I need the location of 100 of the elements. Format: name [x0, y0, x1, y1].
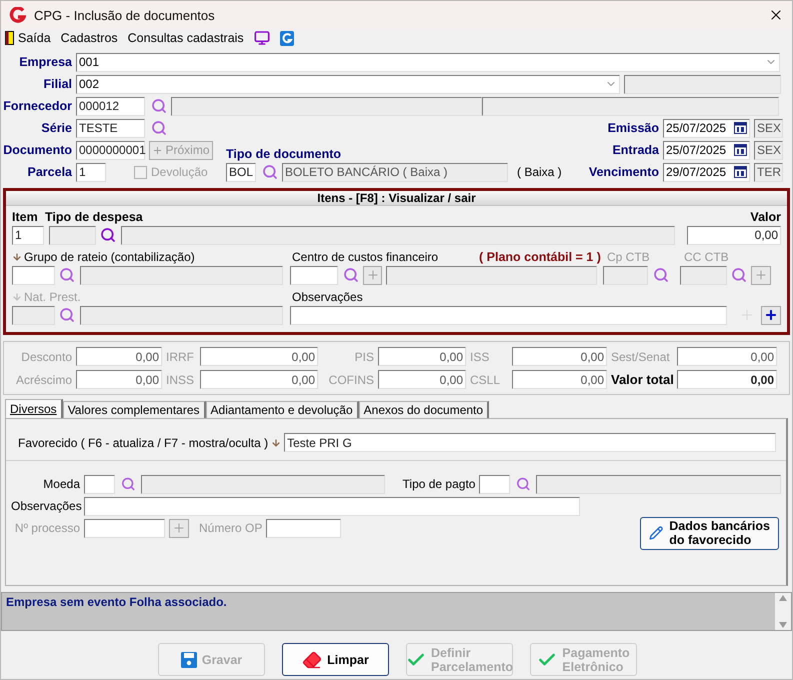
amount-label: INSS	[166, 372, 196, 386]
amount-field[interactable]: 0,00	[512, 347, 607, 366]
search-icon[interactable]	[262, 164, 278, 180]
field-label: Documento	[2, 143, 73, 157]
tab[interactable]: Valores complementares	[62, 401, 206, 418]
search-icon[interactable]	[343, 267, 359, 283]
input-field[interactable]	[12, 306, 55, 324]
field-label: Cp CTB	[607, 250, 650, 264]
date-label: Emissão	[606, 121, 660, 135]
expense-type-field[interactable]	[49, 226, 96, 244]
scroll-up-icon[interactable]	[779, 595, 787, 601]
calendar-icon[interactable]	[734, 144, 747, 156]
amount-label: Valor total	[611, 372, 673, 387]
date-field[interactable]: 25/07/2025	[663, 140, 750, 160]
input-field[interactable]	[479, 474, 510, 494]
search-icon[interactable]	[121, 476, 136, 492]
amount-label: ISS	[470, 350, 490, 364]
amount-field[interactable]: 0,00	[677, 347, 777, 366]
input-field[interactable]	[290, 266, 338, 284]
item-field[interactable]: 1	[12, 226, 44, 244]
column-label: Valor	[750, 210, 781, 224]
menu-item[interactable]: Cadastros	[60, 31, 118, 45]
logo-icon[interactable]	[280, 30, 294, 46]
input-field[interactable]	[84, 518, 165, 538]
amount-label: Acréscimo	[14, 372, 72, 386]
column-label: Tipo de despesa	[45, 210, 143, 224]
amount-field[interactable]: 0,00	[677, 370, 777, 389]
monitor-icon[interactable]	[254, 30, 270, 46]
company-combo[interactable]: 001	[76, 52, 780, 72]
series-field[interactable]: TESTE	[76, 118, 145, 138]
input-field[interactable]	[680, 266, 727, 284]
amount-label: COFINS	[328, 372, 374, 386]
payee-field[interactable]: Teste PRI G	[284, 433, 776, 452]
weekday-field: TER	[754, 162, 783, 182]
calendar-icon[interactable]	[734, 166, 747, 178]
column-label: Item	[12, 210, 38, 224]
amount-field[interactable]: 0,00	[512, 370, 607, 389]
date-field[interactable]: 25/07/2025	[663, 118, 750, 138]
input-field[interactable]	[603, 266, 648, 284]
tab[interactable]: Adiantamento e devolução	[206, 401, 359, 418]
amount-field[interactable]: 0,00	[378, 370, 466, 389]
field-label: Observações	[292, 290, 363, 304]
search-icon[interactable]	[653, 267, 669, 283]
date-field[interactable]: 29/07/2025	[663, 162, 750, 182]
app-logo-icon	[9, 7, 26, 23]
calendar-icon[interactable]	[734, 122, 747, 134]
amount-field[interactable]: 0,00	[76, 370, 162, 389]
plus-icon	[172, 521, 186, 535]
field-label: Moeda	[42, 477, 81, 491]
field-label: Parcela	[26, 165, 73, 179]
supplier-code-field[interactable]: 000012	[76, 96, 145, 116]
search-icon[interactable]	[151, 98, 167, 114]
search-icon[interactable]	[59, 307, 75, 323]
door-icon	[5, 31, 14, 45]
add-button[interactable]	[761, 306, 781, 324]
arrow-down-icon	[12, 292, 22, 302]
tab[interactable]: Anexos do documento	[358, 401, 490, 418]
notes-field[interactable]	[84, 496, 580, 516]
field-label: Série	[40, 121, 73, 135]
search-icon[interactable]	[100, 227, 116, 243]
readonly-field: BOLETO BANCÁRIO ( Baixa )	[282, 162, 508, 182]
weekday-field: SEX	[754, 140, 783, 160]
field-label: Empresa	[18, 55, 73, 69]
field-label: Número OP	[199, 521, 262, 535]
field-label: Observações	[11, 499, 83, 513]
date-label: Vencimento	[588, 165, 660, 179]
amount-label: Desconto	[20, 350, 72, 364]
amount-label: PIS	[354, 350, 374, 364]
notes-field[interactable]	[290, 306, 727, 324]
branch-combo[interactable]: 002	[76, 74, 620, 94]
plus-icon	[366, 268, 380, 282]
search-icon[interactable]	[731, 267, 747, 283]
action-button[interactable]: Limpar	[282, 643, 389, 676]
status-message: Empresa sem evento Folha associado.	[6, 595, 228, 611]
field-label: Grupo de rateio (contabilização)	[24, 250, 195, 264]
input-field[interactable]	[266, 518, 342, 538]
input-field[interactable]	[12, 266, 55, 284]
document-type-field[interactable]: BOL	[226, 162, 256, 182]
search-icon[interactable]	[516, 476, 531, 492]
search-icon[interactable]	[59, 267, 75, 283]
arrow-down-icon	[271, 438, 282, 448]
amount-field[interactable]: 0,00	[76, 347, 162, 366]
tab[interactable]: Diversos	[5, 399, 63, 418]
document-field[interactable]: 0000000001	[76, 140, 145, 160]
type-note: ( Baixa )	[517, 165, 562, 179]
scroll-down-icon[interactable]	[779, 622, 787, 628]
bank-details-button[interactable]: Dados bancários do favorecido	[640, 516, 779, 550]
plus-icon	[152, 144, 164, 156]
amount-field[interactable]: 0,00	[200, 370, 318, 389]
ledger-plan-note: ( Plano contábil = 1 )	[479, 250, 601, 264]
field-label: Nº processo	[14, 521, 81, 535]
menu-item[interactable]: Consultas cadastrais	[128, 31, 244, 45]
amount-field[interactable]: 0,00	[378, 347, 466, 366]
menu-item[interactable]: Saída	[5, 31, 51, 45]
input-field[interactable]	[84, 474, 115, 494]
search-icon[interactable]	[151, 120, 167, 136]
installment-field[interactable]: 1	[76, 162, 106, 182]
amount-field[interactable]: 0,00	[200, 347, 318, 366]
field-label: Filial	[42, 77, 73, 91]
value-field[interactable]: 0,00	[687, 226, 781, 244]
